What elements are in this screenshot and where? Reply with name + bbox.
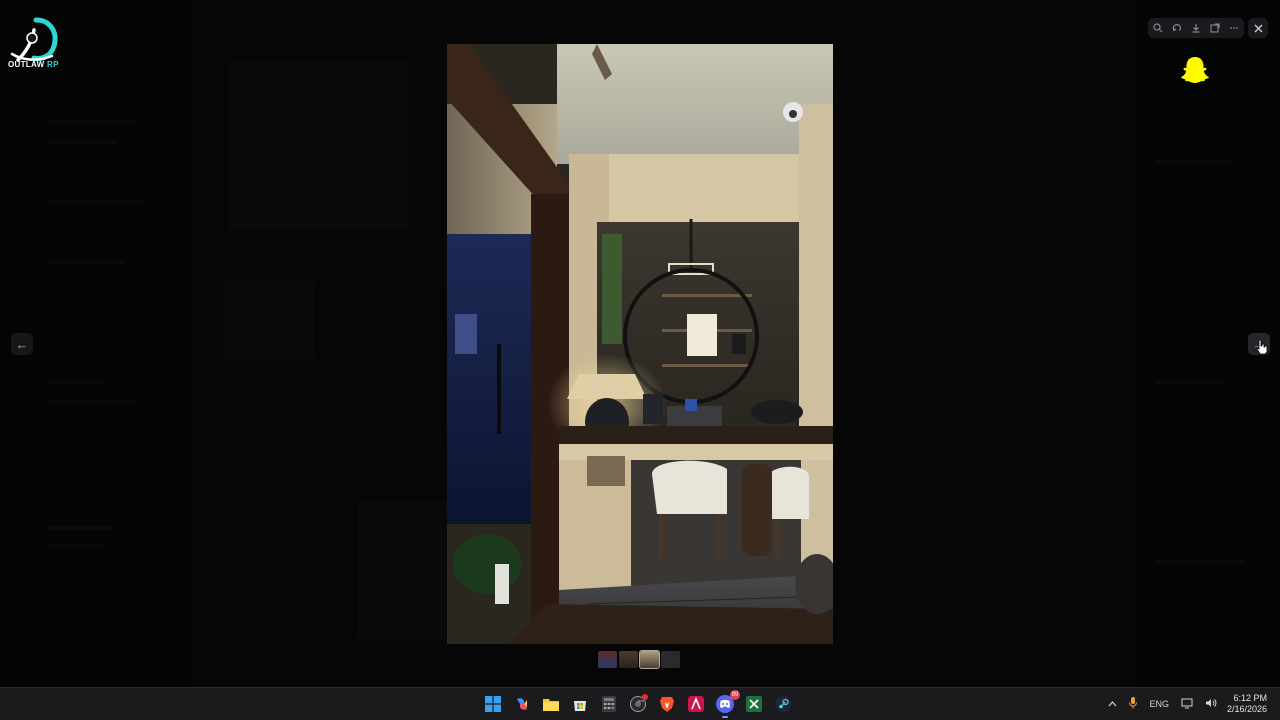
taskbar-apps: 99 <box>482 688 794 720</box>
hand-cursor-icon <box>1256 339 1268 355</box>
logo-accent: RP <box>47 60 59 69</box>
calculator-icon[interactable] <box>598 693 620 715</box>
clock-time: 6:12 PM <box>1233 693 1267 703</box>
excel-icon[interactable] <box>743 693 765 715</box>
taskbar: 99 ENG 6:12 PM 2/16/2026 <box>0 687 1280 720</box>
file-explorer-icon[interactable] <box>540 693 562 715</box>
volume-icon[interactable] <box>1205 698 1217 710</box>
language-indicator[interactable]: ENG <box>1149 699 1169 709</box>
thumbnail-3-selected[interactable] <box>639 650 660 669</box>
chrome-icon[interactable] <box>627 693 649 715</box>
logo-wordmark: OUTLAW RP <box>8 60 59 69</box>
snapchat-ghost-icon <box>1181 57 1209 83</box>
interior-photo <box>447 44 833 644</box>
close-icon[interactable] <box>1248 18 1268 38</box>
copilot-icon[interactable] <box>511 693 533 715</box>
discord-unread-badge: 99 <box>730 690 740 700</box>
network-icon[interactable] <box>1181 698 1193 711</box>
steam-icon[interactable] <box>772 693 794 715</box>
thumbnail-1[interactable] <box>598 651 617 668</box>
thumbnail-2[interactable] <box>619 651 638 668</box>
microsoft-store-icon[interactable] <box>569 693 591 715</box>
more-icon[interactable] <box>1228 22 1240 34</box>
windows-start-icon[interactable] <box>482 693 504 715</box>
previous-image-button[interactable]: ← <box>11 333 33 355</box>
affinity-icon[interactable] <box>685 693 707 715</box>
open-external-icon[interactable] <box>1209 22 1221 34</box>
system-tray: ENG 6:12 PM 2/16/2026 <box>1102 688 1280 720</box>
arrow-left-icon: ← <box>15 336 29 352</box>
notification-dot <box>642 694 648 700</box>
taskbar-clock[interactable]: 6:12 PM 2/16/2026 <box>1227 693 1267 715</box>
rotate-icon[interactable] <box>1171 22 1183 34</box>
viewed-image[interactable] <box>447 44 833 644</box>
viewer-toolbar <box>1148 18 1244 38</box>
thumbnail-strip <box>598 650 680 669</box>
logo-main: OUTLAW <box>8 60 45 69</box>
clock-date: 2/16/2026 <box>1226 704 1267 714</box>
chevron-up-icon[interactable] <box>1108 699 1117 709</box>
microphone-icon[interactable] <box>1129 697 1138 711</box>
discord-icon[interactable]: 99 <box>714 690 740 718</box>
thumbnail-4[interactable] <box>661 651 680 668</box>
download-icon[interactable] <box>1190 22 1202 34</box>
brave-icon[interactable] <box>656 693 678 715</box>
zoom-icon[interactable] <box>1152 22 1164 34</box>
